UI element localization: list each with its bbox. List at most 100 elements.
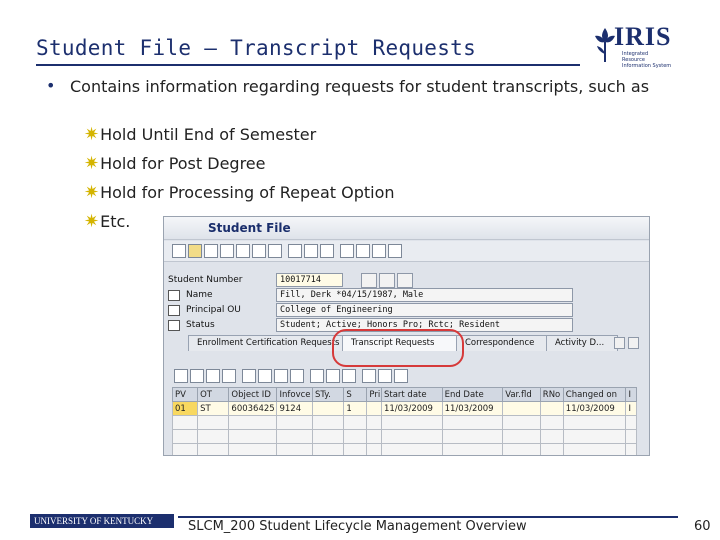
column-header[interactable]: Var.fld	[502, 387, 541, 402]
table-cell[interactable]: 9124	[276, 401, 314, 416]
column-header[interactable]: STy.	[312, 387, 345, 402]
tab-activity[interactable]: Activity D...	[546, 335, 618, 351]
grid-sort-desc-icon[interactable]	[258, 369, 272, 383]
grid-export-icon[interactable]	[342, 369, 356, 383]
column-header[interactable]: Object ID	[228, 387, 278, 402]
column-header[interactable]: Start date	[380, 387, 443, 402]
status-icon	[168, 320, 180, 331]
column-header[interactable]: Changed on	[562, 387, 627, 402]
grid-sort-asc-icon[interactable]	[242, 369, 256, 383]
sub-item-text: Hold Until End of Semester	[100, 125, 317, 144]
column-header[interactable]: Pri	[366, 387, 382, 402]
principal-ou-field: College of Engineering	[276, 303, 573, 317]
table-row[interactable]: 01 ST 60036425 9124 1 11/03/2009 11/03/2…	[171, 401, 637, 416]
lookup-icon[interactable]	[397, 273, 413, 288]
status-label: Status	[186, 320, 215, 330]
grid-header-row: PV OT Object ID Infovce STy. S Pri Start…	[171, 387, 637, 402]
grid-change-icon[interactable]	[206, 369, 220, 383]
sap-title-bar: Student File	[164, 217, 649, 240]
grid-filter-icon[interactable]	[290, 369, 304, 383]
column-header[interactable]: PV	[171, 387, 199, 402]
footer-rule	[178, 516, 678, 518]
star-bullet-icon: ✷	[84, 210, 100, 232]
grid-details-icon[interactable]	[174, 369, 188, 383]
table-cell[interactable]: ST	[197, 401, 230, 416]
star-bullet-icon: ✷	[84, 152, 100, 174]
column-header[interactable]: End Date	[441, 387, 504, 402]
person-icon	[168, 290, 180, 301]
layout-icon[interactable]	[340, 244, 354, 258]
iris-logo-subtitle: Integrated Resource Information System	[622, 51, 672, 69]
tab-scroll-left-icon[interactable]	[614, 337, 625, 349]
bullet-text: Contains information regarding requests …	[70, 77, 650, 96]
edit-icon[interactable]	[220, 244, 234, 258]
footer-text: SLCM_200 Student Lifecycle Management Ov…	[188, 519, 527, 534]
grid-toolbar	[172, 367, 637, 385]
grid-find-icon[interactable]	[274, 369, 288, 383]
table-cell[interactable]	[539, 401, 564, 416]
tab-correspondence[interactable]: Correspondence	[456, 335, 552, 351]
table-cell[interactable]: I	[625, 401, 637, 416]
grid-graphic-icon[interactable]	[378, 369, 392, 383]
column-header[interactable]: Infovce	[276, 387, 314, 402]
empty-row	[171, 443, 637, 455]
column-header[interactable]: S	[343, 387, 368, 402]
grid-layout-icon[interactable]	[362, 369, 376, 383]
tab-list-icon[interactable]	[628, 337, 639, 349]
star-bullet-icon: ✷	[84, 181, 100, 203]
empty-row	[171, 429, 637, 444]
sap-toolbar	[164, 241, 649, 262]
delete-icon[interactable]	[252, 244, 266, 258]
grid-print-icon[interactable]	[326, 369, 340, 383]
student-number-field[interactable]: 10017714	[276, 273, 343, 287]
sub-item: ✷ Hold for Processing of Repeat Option	[84, 183, 395, 202]
table-cell[interactable]: 11/03/2009	[441, 401, 504, 416]
table-cell[interactable]: 01	[171, 401, 199, 416]
new-page-icon[interactable]	[361, 273, 377, 288]
find-icon[interactable]	[288, 244, 302, 258]
iris-logo: IRIS Integrated Resource Information Sys…	[592, 22, 672, 69]
sap-window-title: Student File	[208, 221, 291, 235]
transcript-tab-highlight	[332, 329, 464, 367]
grid-info-icon[interactable]	[394, 369, 408, 383]
empty-row	[171, 415, 637, 430]
change-icon[interactable]	[379, 273, 395, 288]
table-cell[interactable]	[312, 401, 345, 416]
sub-item-text: Hold for Processing of Repeat Option	[100, 183, 395, 202]
uk-logo: UNIVERSITY OF KENTUCKY	[30, 514, 174, 528]
table-cell[interactable]	[502, 401, 541, 416]
table-cell[interactable]: 60036425	[228, 401, 278, 416]
sub-item: ✷ Etc.	[84, 212, 130, 231]
name-label: Name	[186, 290, 213, 300]
table-cell[interactable]: 11/03/2009	[380, 401, 443, 416]
column-header[interactable]: I	[625, 387, 637, 402]
sub-item: ✷ Hold Until End of Semester	[84, 125, 316, 144]
column-header[interactable]: RNo	[539, 387, 564, 402]
sub-item-text: Hold for Post Degree	[100, 154, 266, 173]
grid-sum-icon[interactable]	[310, 369, 324, 383]
grid-create-icon[interactable]	[190, 369, 204, 383]
transcript-requests-grid: PV OT Object ID Infovce STy. S Pri Start…	[171, 387, 637, 455]
iris-logo-text: IRIS	[614, 22, 672, 51]
create-icon[interactable]	[236, 244, 250, 258]
copy-icon[interactable]	[372, 244, 386, 258]
tab-enrollment-certification[interactable]: Enrollment Certification Requests	[188, 335, 348, 351]
org-unit-icon	[168, 305, 180, 316]
table-cell[interactable]	[366, 401, 382, 416]
student-number-label: Student Number	[168, 275, 243, 285]
back-icon[interactable]	[172, 244, 186, 258]
slide-title: Student File – Transcript Requests	[36, 36, 477, 60]
display-icon[interactable]	[204, 244, 218, 258]
folder-icon[interactable]	[188, 244, 202, 258]
print-icon[interactable]	[268, 244, 282, 258]
grid-delete-icon[interactable]	[222, 369, 236, 383]
overview-icon[interactable]	[304, 244, 318, 258]
details-icon[interactable]	[320, 244, 334, 258]
settings-icon[interactable]	[356, 244, 370, 258]
refresh-icon[interactable]	[388, 244, 402, 258]
table-cell[interactable]: 1	[343, 401, 368, 416]
column-header[interactable]: OT	[197, 387, 230, 402]
table-cell[interactable]: 11/03/2009	[562, 401, 627, 416]
name-field: Fill, Derk *04/15/1987, Male	[276, 288, 573, 302]
star-bullet-icon: ✷	[84, 123, 100, 145]
